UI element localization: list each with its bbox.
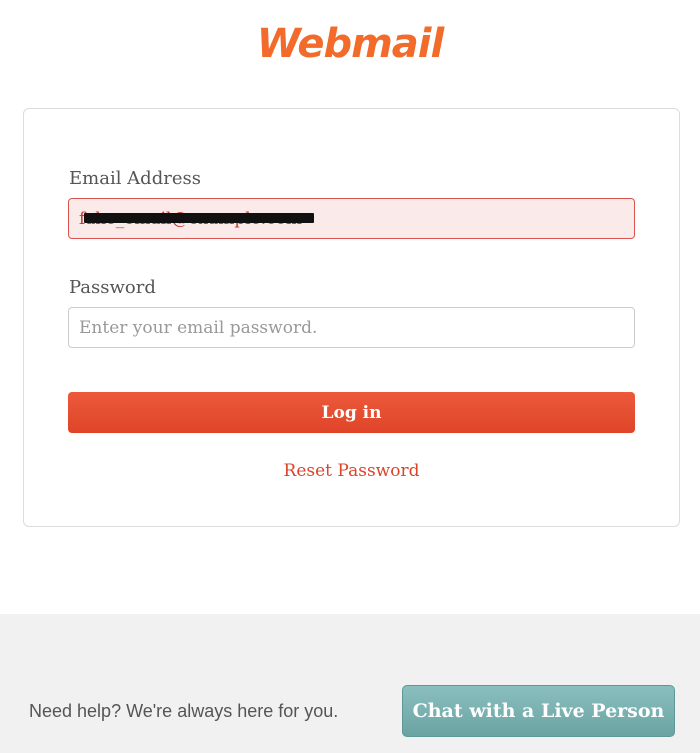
redaction-bar	[84, 213, 314, 223]
help-footer: Need help? We're always here for you. Ch…	[0, 614, 700, 753]
reset-password-link[interactable]: Reset Password	[24, 461, 679, 481]
login-button[interactable]: Log in	[68, 392, 635, 433]
help-text: Need help? We're always here for you.	[29, 701, 339, 721]
email-label: Email Address	[69, 168, 201, 189]
live-chat-button[interactable]: Chat with a Live Person	[402, 685, 675, 737]
login-card: Email Address Password Log in Reset Pass…	[23, 108, 680, 527]
password-label: Password	[69, 277, 156, 298]
password-field[interactable]	[68, 307, 635, 348]
webmail-logo: Webmail	[256, 21, 444, 67]
